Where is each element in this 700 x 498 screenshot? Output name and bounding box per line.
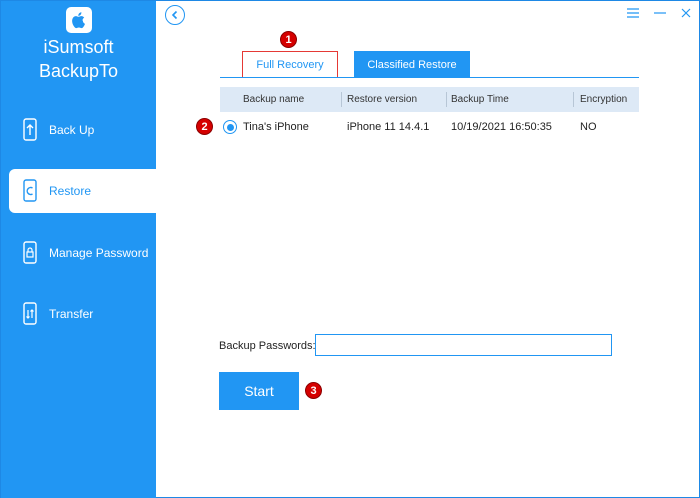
column-header-backup-time[interactable]: Backup Time bbox=[451, 87, 509, 112]
phone-lock-icon bbox=[21, 241, 39, 265]
sidebar-item-manage-password[interactable]: Manage Password bbox=[9, 231, 156, 275]
table-row[interactable]: Tina's iPhone iPhone 11 14.4.1 10/19/202… bbox=[220, 115, 639, 139]
step-badge-3: 3 bbox=[305, 382, 322, 399]
minimize-button[interactable] bbox=[650, 4, 670, 22]
sidebar-item-label: Manage Password bbox=[49, 246, 149, 260]
step-badge-2: 2 bbox=[196, 118, 213, 135]
app-window: iSumsoft BackupTo Back Up Restore Manage… bbox=[0, 0, 700, 498]
backup-password-label: Backup Passwords: bbox=[219, 340, 316, 352]
tab-classified-restore[interactable]: Classified Restore bbox=[354, 51, 470, 78]
start-button[interactable]: Start bbox=[219, 372, 299, 410]
close-icon bbox=[681, 8, 691, 18]
app-name-line2: BackupTo bbox=[38, 61, 119, 81]
column-header-restore-version[interactable]: Restore version bbox=[347, 87, 417, 112]
tab-full-recovery[interactable]: Full Recovery bbox=[242, 51, 338, 78]
column-separator bbox=[446, 92, 447, 107]
sidebar-item-restore[interactable]: Restore bbox=[9, 169, 156, 213]
phone-restore-icon bbox=[21, 179, 39, 203]
sidebar-item-label: Back Up bbox=[49, 123, 95, 137]
tab-label: Full Recovery bbox=[256, 59, 324, 71]
phone-upload-icon bbox=[21, 118, 39, 142]
cell-restore-version: iPhone 11 14.4.1 bbox=[347, 121, 430, 133]
step-badge-1: 1 bbox=[280, 31, 297, 48]
backup-table-header: Backup name Restore version Backup Time … bbox=[220, 87, 639, 112]
app-name: iSumsoft BackupTo bbox=[1, 35, 156, 83]
tab-label: Classified Restore bbox=[367, 58, 457, 71]
cell-encryption: NO bbox=[580, 121, 597, 133]
menu-button[interactable] bbox=[623, 4, 643, 22]
close-button[interactable] bbox=[676, 4, 696, 22]
app-logo bbox=[66, 7, 92, 33]
chevron-left-icon bbox=[171, 10, 178, 20]
minimize-icon bbox=[654, 12, 666, 14]
sidebar-item-back-up[interactable]: Back Up bbox=[9, 108, 156, 152]
phone-transfer-icon bbox=[21, 302, 39, 326]
apple-icon bbox=[72, 12, 85, 29]
back-button[interactable] bbox=[165, 5, 185, 25]
sidebar-item-transfer[interactable]: Transfer bbox=[9, 292, 156, 336]
column-separator bbox=[341, 92, 342, 107]
sidebar-item-label: Transfer bbox=[49, 307, 94, 321]
cell-backup-time: 10/19/2021 16:50:35 bbox=[451, 121, 552, 133]
cell-backup-name: Tina's iPhone bbox=[243, 121, 309, 133]
sidebar-item-label: Restore bbox=[49, 184, 92, 198]
column-separator bbox=[573, 92, 574, 107]
sidebar: iSumsoft BackupTo Back Up Restore Manage… bbox=[1, 1, 156, 498]
column-header-backup-name[interactable]: Backup name bbox=[243, 87, 304, 112]
tab-underline bbox=[220, 77, 639, 78]
menu-icon bbox=[627, 8, 639, 18]
column-header-encryption[interactable]: Encryption bbox=[580, 87, 627, 112]
app-name-line1: iSumsoft bbox=[43, 37, 114, 57]
backup-password-input[interactable] bbox=[315, 334, 612, 356]
